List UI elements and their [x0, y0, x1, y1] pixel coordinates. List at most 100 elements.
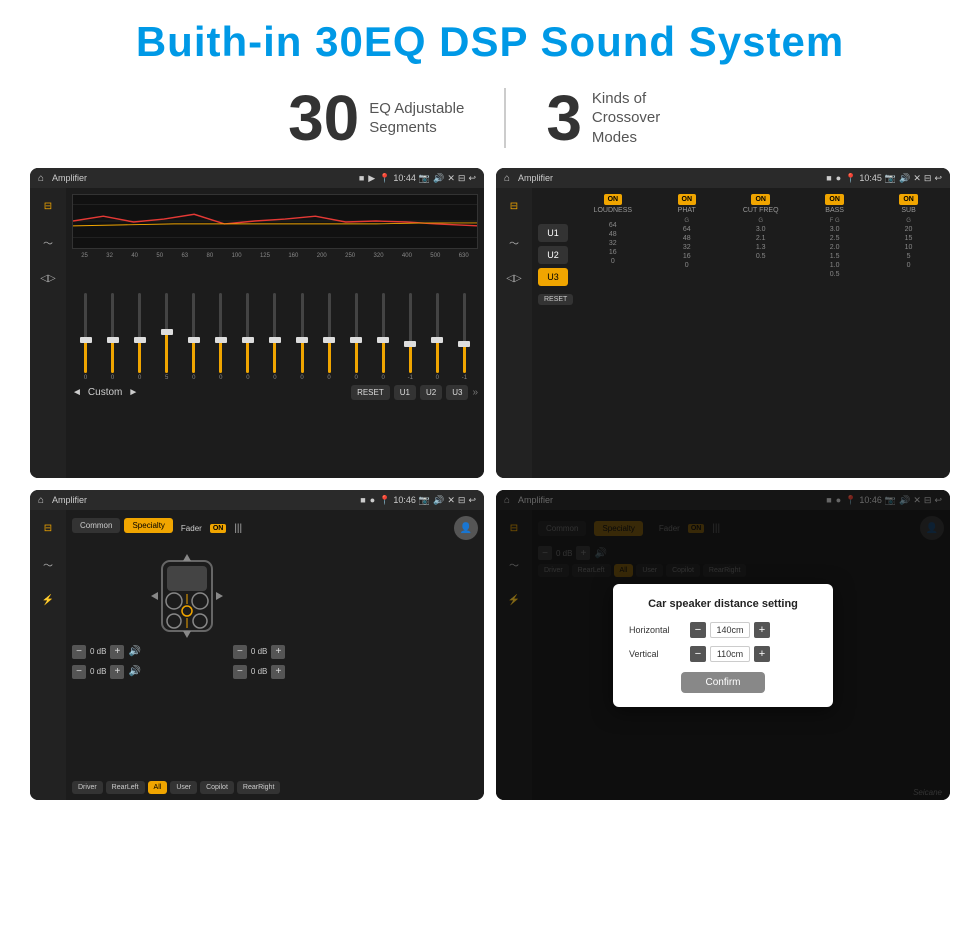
slider-13[interactable]: -1: [401, 293, 419, 381]
window-icon-2: ⊟: [924, 173, 932, 184]
profile-icon-3[interactable]: 👤: [454, 516, 478, 540]
on-loudness[interactable]: ON: [604, 194, 623, 205]
bt-icon-3[interactable]: ⚡: [38, 590, 58, 610]
camera-icon: 📷: [419, 173, 430, 184]
slider-2[interactable]: 0: [104, 293, 122, 381]
wave-icon[interactable]: 〜: [38, 232, 58, 252]
freq-labels: 25 32 40 50 63 80 100 125 160 200 250 32…: [72, 253, 478, 259]
slider-14[interactable]: 0: [428, 293, 446, 381]
horizontal-plus[interactable]: +: [754, 622, 770, 638]
location-icon: 📍: [379, 173, 390, 184]
next-icon[interactable]: ►: [128, 387, 138, 398]
reset-crossover-btn[interactable]: RESET: [538, 294, 573, 305]
stat-crossover: 3 Kinds ofCrossover Modes: [506, 86, 732, 150]
eq-nav: ◄ Custom ►: [72, 387, 138, 398]
slider-10[interactable]: 0: [320, 293, 338, 381]
dialog-overlay: Car speaker distance setting Horizontal …: [532, 510, 950, 800]
col-phat: ON PHAT G 64 48 32 16 0: [651, 194, 722, 472]
slider-15[interactable]: -1: [455, 293, 473, 381]
slider-8[interactable]: 0: [266, 293, 284, 381]
vertical-minus[interactable]: −: [690, 646, 706, 662]
fader-lines: |||: [234, 523, 242, 534]
slider-9[interactable]: 0: [293, 293, 311, 381]
label-loudness: LOUDNESS: [594, 207, 633, 214]
col-loudness: ON LOUDNESS 64 48 32 16 0: [577, 194, 648, 472]
on-phat[interactable]: ON: [678, 194, 697, 205]
u1-crossover-btn[interactable]: U1: [538, 224, 568, 242]
eq-icon-3[interactable]: ⊟: [38, 518, 58, 538]
freq-630: 630: [459, 253, 469, 259]
left-db-controls: − 0 dB + 🔊 − 0 dB + 🔊: [72, 546, 141, 777]
u2-button[interactable]: U2: [420, 385, 442, 400]
tab-common-3[interactable]: Common: [72, 518, 120, 533]
db-plus-4[interactable]: +: [271, 665, 285, 679]
rearleft-btn-3[interactable]: RearLeft: [106, 781, 145, 794]
user-btn-3[interactable]: User: [170, 781, 197, 794]
slider-4[interactable]: 5: [158, 293, 176, 381]
horizontal-minus[interactable]: −: [690, 622, 706, 638]
copilot-btn-3[interactable]: Copilot: [200, 781, 234, 794]
slider-11[interactable]: 0: [347, 293, 365, 381]
close-icon-2: ✕: [913, 173, 921, 184]
volume-sidebar-icon[interactable]: ◁▷: [38, 268, 58, 288]
camera-icon-3: 📷: [419, 495, 430, 506]
screen1-main: 25 32 40 50 63 80 100 125 160 200 250 32…: [66, 188, 484, 478]
u1-button[interactable]: U1: [394, 385, 416, 400]
slider-1[interactable]: 0: [77, 293, 95, 381]
u3-button[interactable]: U3: [446, 385, 468, 400]
location-icon-3: 📍: [379, 495, 390, 506]
back-icon-2: ↩: [934, 173, 942, 184]
fader-on-3: ON: [210, 524, 227, 533]
tab-specialty-3[interactable]: Specialty: [124, 518, 172, 533]
vertical-plus[interactable]: +: [754, 646, 770, 662]
slider-7[interactable]: 0: [239, 293, 257, 381]
eq-icon-2[interactable]: ⊟: [504, 196, 524, 216]
freq-320: 320: [374, 253, 384, 259]
sliders-row: 0 0 0 5 0: [72, 261, 478, 381]
slider-6[interactable]: 0: [212, 293, 230, 381]
home-icon: ⌂: [38, 173, 44, 184]
status-icons-3: 📍 10:46 📷 🔊 ✕ ⊟ ↩: [379, 495, 476, 506]
all-btn-3[interactable]: All: [148, 781, 168, 794]
volume-sidebar-icon-2[interactable]: ◁▷: [504, 268, 524, 288]
on-cutfreq[interactable]: ON: [751, 194, 770, 205]
reset-button[interactable]: RESET: [351, 385, 390, 400]
crossover-cols: ON LOUDNESS 64 48 32 16 0: [577, 194, 944, 472]
speaker-l2-icon: 🔊: [128, 666, 140, 677]
slider-12[interactable]: 0: [374, 293, 392, 381]
freq-80: 80: [207, 253, 214, 259]
slider-3[interactable]: 0: [131, 293, 149, 381]
screen-dialog: ⌂ Amplifier ■ ● 📍 10:46 📷 🔊 ✕ ⊟ ↩ ⊟ 〜 ⚡: [496, 490, 950, 800]
db-minus-4[interactable]: −: [233, 665, 247, 679]
db-plus-3[interactable]: +: [271, 645, 285, 659]
db-plus-2[interactable]: +: [110, 665, 124, 679]
confirm-button[interactable]: Confirm: [681, 672, 764, 693]
screen4-content: ⊟ 〜 ⚡ Common Specialty Fader ON ||| 👤: [496, 510, 950, 800]
slider-5[interactable]: 0: [185, 293, 203, 381]
vertical-control: − 110cm +: [690, 646, 770, 662]
db-minus-1[interactable]: −: [72, 645, 86, 659]
time-1: 10:44: [393, 173, 416, 183]
u3-crossover-btn[interactable]: U3: [538, 268, 568, 286]
rearright-btn-3[interactable]: RearRight: [237, 781, 281, 794]
wave-icon-3[interactable]: 〜: [38, 554, 58, 574]
status-bar-2: ⌂ Amplifier ■ ● 📍 10:45 📷 🔊 ✕ ⊟ ↩: [496, 168, 950, 188]
prev-icon[interactable]: ◄: [72, 387, 82, 398]
db-plus-1[interactable]: +: [110, 645, 124, 659]
db-minus-3[interactable]: −: [233, 645, 247, 659]
eq-icon[interactable]: ⊟: [38, 196, 58, 216]
location-icon-2: 📍: [845, 173, 856, 184]
record-icon-2: ■: [826, 173, 831, 183]
distance-dialog: Car speaker distance setting Horizontal …: [613, 584, 833, 707]
on-sub[interactable]: ON: [899, 194, 918, 205]
on-bass[interactable]: ON: [825, 194, 844, 205]
close-icon: ✕: [447, 173, 455, 184]
db-minus-2[interactable]: −: [72, 665, 86, 679]
back-icon-3: ↩: [468, 495, 476, 506]
db-val-2: 0 dB: [90, 667, 106, 676]
wave-icon-2[interactable]: 〜: [504, 232, 524, 252]
top-tabs-3: Common Specialty: [72, 518, 173, 533]
col-bass: ON BASS F G 3.0 2.5 2.0 1.5 1.0 0.5: [799, 194, 870, 472]
driver-btn-3[interactable]: Driver: [72, 781, 103, 794]
u2-crossover-btn[interactable]: U2: [538, 246, 568, 264]
